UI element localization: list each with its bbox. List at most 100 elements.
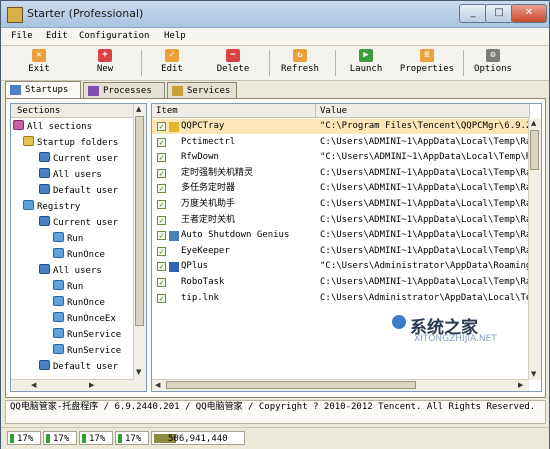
enabled-checkbox[interactable]: ✓ [157,278,166,287]
sections-horizontal-scrollbar[interactable]: ◀ ▶ [11,379,134,391]
section-item[interactable]: All users [39,264,102,278]
memory-usage-value: 506,941,440 [168,434,228,444]
scroll-left-icon[interactable]: ◀ [31,381,36,389]
scroll-up-icon[interactable]: ▲ [136,105,141,113]
list-row[interactable]: ✓ QPlus "C:\Users\Administrator\AppData\Ro… [152,259,529,274]
list-row[interactable]: ✓ RoboTask C:\Users\ADMINI~1\AppData\Local… [152,275,529,290]
cpu-bar-2 [46,434,50,443]
tab-startups-label: Startups [25,85,69,95]
enabled-checkbox[interactable]: ✓ [157,246,166,256]
properties-button[interactable]: ≡ Properties [395,48,459,78]
list-row[interactable]: ✓ 多任务定时器 C:\Users\ADMINI~1\AppData\Local\T… [152,181,529,196]
minimize-button[interactable]: _ [459,4,487,23]
section-item-label: All users [53,266,102,276]
tab-services[interactable]: Services [167,82,237,99]
section-item[interactable]: RunService [53,344,121,358]
scrollbar-thumb[interactable] [166,381,416,389]
section-item-label: Run [67,234,84,244]
section-item-label: RunOnce [67,298,105,308]
program-icon [169,122,179,132]
section-item[interactable]: Run [53,280,83,294]
section-item[interactable]: RunService [53,328,121,342]
section-item[interactable]: All sections [13,120,92,134]
section-item[interactable]: Default user [39,184,118,198]
scroll-down-icon[interactable]: ▼ [531,370,536,378]
list-row[interactable]: ✓ tip.lnk C:\Users\Administrator\AppData\L… [152,291,529,306]
scroll-right-icon[interactable]: ▶ [518,381,523,389]
cpu-usage-value: 17% [125,434,142,444]
launch-button[interactable]: ▶ Launch [343,48,389,78]
tab-processes-label: Processes [103,86,152,96]
item-name: 王者定时关机 [181,214,236,225]
column-header-item[interactable]: Item [152,104,316,118]
list-vertical-scrollbar[interactable]: ▲ ▼ [528,118,541,380]
list-row[interactable]: ✓ RfwDown "C:\Users\ADMINI~1\AppData\Local… [152,150,529,165]
delete-label: Delete [216,64,250,74]
options-button[interactable]: ⚙ Options [469,48,517,78]
cpu-usage-4: 17% [115,431,149,445]
menu-help[interactable]: Help [164,31,186,41]
column-header-value[interactable]: Value [316,104,530,118]
scroll-down-icon[interactable]: ▼ [136,368,141,376]
edit-button[interactable]: ✓ Edit [148,48,196,78]
list-row[interactable]: ✓ Pctimectrl C:\Users\ADMINI~1\AppData\Loc… [152,135,529,150]
enabled-checkbox[interactable]: ✓ [157,153,166,163]
section-item[interactable]: RunOnce [53,248,105,262]
cpu-usage-value: 17% [89,434,106,444]
new-button[interactable]: + New [81,48,129,78]
users-icon [39,264,50,274]
scroll-up-icon[interactable]: ▲ [531,119,536,127]
section-item[interactable]: Default user [39,360,118,374]
tab-processes[interactable]: Processes [83,82,165,99]
list-row[interactable]: ✓ 万度关机助手 C:\Users\ADMINI~1\AppData\Local\T… [152,197,529,212]
exit-button[interactable]: ✕ Exit [15,48,63,78]
section-item[interactable]: Current user [39,216,118,230]
section-item[interactable]: Startup folders [23,136,118,150]
processes-icon [88,86,99,96]
section-item[interactable]: RunOnceEx [53,312,116,326]
enabled-checkbox[interactable]: ✓ [157,168,166,178]
menu-configuration[interactable]: Configuration [79,31,149,41]
scroll-right-icon[interactable]: ▶ [89,381,94,389]
list-row[interactable]: ✓ 定时强制关机精灵 C:\Users\ADMINI~1\AppData\Local… [152,166,529,181]
menu-edit[interactable]: Edit [46,31,68,41]
item-name: Auto Shutdown Genius [181,230,290,241]
delete-button[interactable]: − Delete [207,48,259,78]
section-item-label: Startup folders [37,138,119,148]
list-row[interactable]: ✓ 王者定时关机 C:\Users\ADMINI~1\AppData\Local\T… [152,213,529,228]
maximize-button[interactable]: □ [485,4,513,23]
title-bar[interactable]: Starter (Professional) _ □ ✕ [1,1,549,28]
section-item[interactable]: Current user [39,152,118,166]
list-row[interactable]: ✓ EyeKeeper C:\Users\ADMINI~1\AppData\Loca… [152,244,529,259]
sections-vertical-scrollbar[interactable]: ▲ ▼ [133,104,146,391]
section-item[interactable]: Registry [23,200,80,214]
scrollbar-thumb[interactable] [135,116,144,326]
item-value: C:\Users\ADMINI~1\AppData\Local\Temp\Rar… [320,277,529,287]
enabled-checkbox[interactable]: ✓ [157,184,166,194]
watermark-url: XITONGZHIJIA.NET [414,334,497,344]
tab-startups[interactable]: Startups [5,81,81,99]
refresh-button[interactable]: ↻ Refresh [276,48,324,78]
menu-file[interactable]: File [11,31,33,41]
item-value: "C:\Program Files\Tencent\QQPCMgr\6.9.24 [320,121,529,131]
new-label: New [96,64,114,74]
section-item[interactable]: RunOnce [53,296,105,310]
list-row[interactable]: ✓ QQPCTray "C:\Program Files\Tencent\QQPCM… [152,119,529,134]
list-horizontal-scrollbar[interactable]: ◀ ▶ [152,379,529,391]
properties-icon: ≡ [420,49,434,62]
enabled-checkbox[interactable]: ✓ [157,215,166,225]
enabled-checkbox[interactable]: ✓ [157,231,166,241]
list-row[interactable]: ✓ Auto Shutdown Genius C:\Users\ADMINI~1\A… [152,228,529,243]
section-item[interactable]: All users [39,168,102,182]
item-name: QPlus [181,261,209,272]
section-item[interactable]: Run [53,232,83,246]
enabled-checkbox[interactable]: ✓ [157,137,166,147]
scroll-left-icon[interactable]: ◀ [155,381,160,389]
scrollbar-thumb[interactable] [530,130,539,170]
enabled-checkbox[interactable]: ✓ [157,122,166,131]
enabled-checkbox[interactable]: ✓ [157,200,166,209]
enabled-checkbox[interactable]: ✓ [157,293,166,303]
options-label: Options [474,64,512,74]
enabled-checkbox[interactable]: ✓ [157,262,166,272]
close-button[interactable]: ✕ [511,4,547,23]
